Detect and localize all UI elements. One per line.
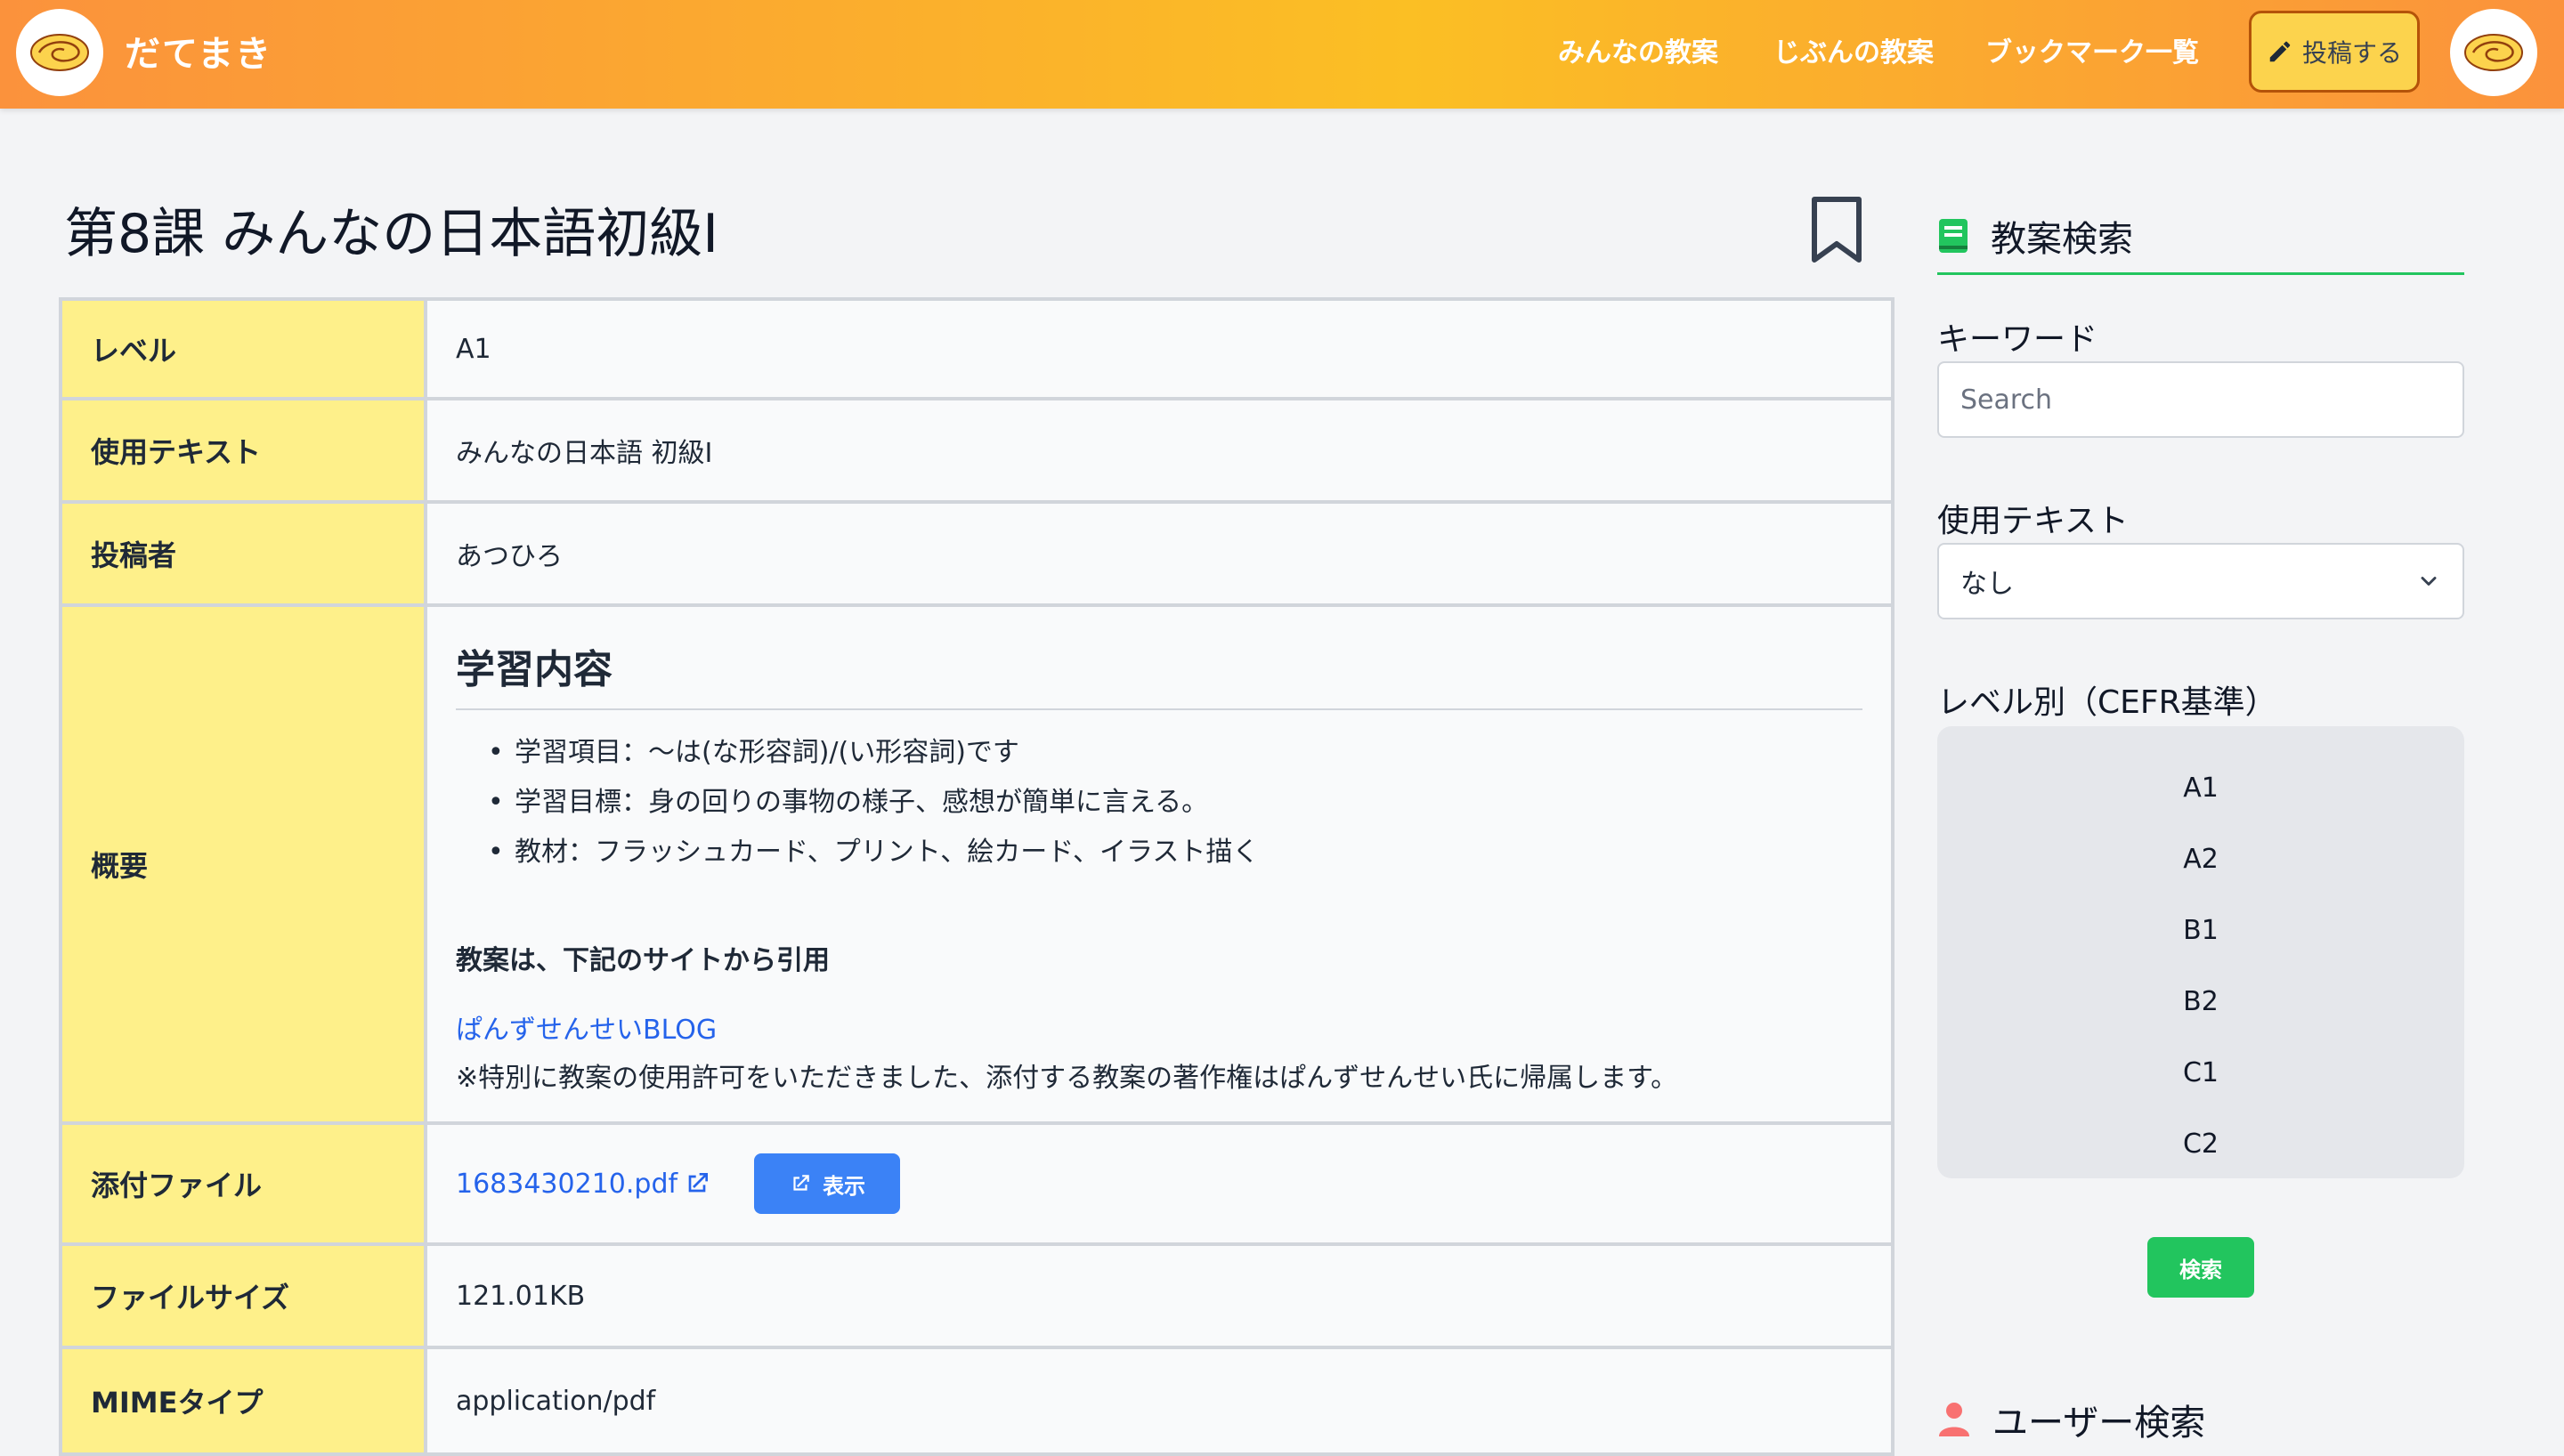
row-mime: MIMEタイプ application/pdf: [62, 1349, 1891, 1452]
level-option-c1[interactable]: C1: [1937, 1038, 2464, 1109]
summary-list: 学習項目：〜は(な形容詞)/(い形容詞)です 学習目標：身の回りの事物の様子、感…: [488, 728, 1862, 878]
text-filter-selected: なし: [1960, 569, 2014, 600]
row-size: ファイルサイズ 121.01KB: [62, 1246, 1891, 1349]
nav-my-lessons[interactable]: じぶんの教案: [1773, 30, 1934, 69]
nav-everyone-lessons[interactable]: みんなの教案: [1558, 30, 1718, 69]
chevron-down-icon: [2421, 577, 2437, 586]
keyword-label: キーワード: [1937, 321, 2098, 358]
top-navbar: だてまき みんなの教案 じぶんの教案 ブックマーク一覧 投稿する: [0, 0, 2564, 109]
pencil-icon: [2269, 41, 2291, 62]
level-value: A1: [427, 301, 1891, 397]
nav-bookmarks[interactable]: ブックマーク一覧: [1985, 30, 2199, 69]
row-text: 使用テキスト みんなの日本語 初級I: [62, 400, 1891, 504]
mime-value: application/pdf: [427, 1349, 1891, 1452]
summary-item: 教材：フラッシュカード、プリント、絵カード、イラスト描く: [488, 828, 1862, 878]
user-search-title: ユーザー検索: [1937, 1394, 2205, 1445]
lesson-detail-table: レベル A1 使用テキスト みんなの日本語 初級I 投稿者 あつひろ 概要 学習…: [59, 297, 1895, 1456]
keyword-search-input[interactable]: [1937, 361, 2464, 438]
text-label: 使用テキスト: [62, 400, 427, 500]
external-link-icon: [688, 1173, 709, 1193]
file-value: 1683430210.pdf 表示: [427, 1125, 1891, 1242]
post-button[interactable]: 投稿する: [2249, 11, 2420, 93]
level-label: レベル: [62, 301, 427, 397]
page-title: 第8課 みんなの日本語初級I: [64, 203, 718, 265]
cite-heading: 教案は、下記のサイトから引用: [456, 945, 830, 976]
summary-label: 概要: [62, 607, 427, 1121]
open-external-icon: [793, 1175, 809, 1191]
user-avatar[interactable]: [2450, 9, 2537, 96]
section-divider: [1937, 272, 2464, 275]
level-filter-label: レベル別（CEFR基準）: [1937, 684, 2277, 721]
brand-logo[interactable]: [16, 9, 103, 96]
view-file-button[interactable]: 表示: [754, 1153, 901, 1214]
level-filter-list: A1 A2 B1 B2 C1 C2: [1937, 726, 2464, 1178]
file-name: 1683430210.pdf: [456, 1168, 678, 1200]
bookmark-icon: [1812, 197, 1862, 263]
level-option-b1[interactable]: B1: [1937, 895, 2464, 967]
book-icon: [1939, 219, 1968, 253]
row-author: 投稿者 あつひろ: [62, 504, 1891, 607]
level-option-a2[interactable]: A2: [1937, 824, 2464, 895]
row-level: レベル A1: [62, 301, 1891, 400]
author-label: 投稿者: [62, 504, 427, 603]
blog-link[interactable]: ぱんずせんせいBLOG: [456, 1007, 1862, 1047]
mime-label: MIMEタイプ: [62, 1349, 427, 1452]
bookmark-button[interactable]: [1809, 196, 1864, 269]
file-link[interactable]: 1683430210.pdf: [456, 1169, 711, 1200]
size-value: 121.01KB: [427, 1246, 1891, 1346]
level-option-c2[interactable]: C2: [1937, 1109, 2464, 1180]
post-button-label: 投稿する: [2301, 38, 2402, 68]
file-label: 添付ファイル: [62, 1125, 427, 1242]
summary-item: 学習項目：〜は(な形容詞)/(い形容詞)です: [488, 728, 1862, 778]
summary-heading: 学習内容: [456, 637, 1862, 710]
level-option-b2[interactable]: B2: [1937, 967, 2464, 1038]
brand-name[interactable]: だてまき: [125, 25, 272, 77]
text-filter-select[interactable]: なし: [1937, 543, 2464, 619]
row-file: 添付ファイル 1683430210.pdf 表示: [62, 1125, 1891, 1246]
author-value: あつひろ: [427, 504, 1891, 603]
lesson-search-title: 教案検索: [1937, 210, 2133, 262]
avatar-logo-icon: [2464, 34, 2523, 71]
datemaki-logo-icon: [30, 34, 89, 71]
user-search-title-text: ユーザー検索: [1992, 1403, 2206, 1444]
view-button-label: 表示: [823, 1173, 866, 1199]
text-filter-label: 使用テキスト: [1937, 503, 2129, 539]
summary-content: 学習内容 学習項目：〜は(な形容詞)/(い形容詞)です 学習目標：身の回りの事物…: [427, 607, 1891, 1121]
row-summary: 概要 学習内容 学習項目：〜は(な形容詞)/(い形容詞)です 学習目標：身の回り…: [62, 607, 1891, 1125]
size-label: ファイルサイズ: [62, 1246, 427, 1346]
copyright-notice: ※特別に教案の使用許可をいただきました、添付する教案の著作権はぱんずせんせい氏に…: [456, 1063, 1678, 1094]
user-icon: [1939, 1403, 1969, 1436]
lesson-search-title-text: 教案検索: [1991, 219, 2133, 260]
level-option-a1[interactable]: A1: [1937, 753, 2464, 824]
search-button[interactable]: 検索: [2147, 1237, 2254, 1298]
text-value: みんなの日本語 初級I: [427, 400, 1891, 500]
summary-item: 学習目標：身の回りの事物の様子、感想が簡単に言える。: [488, 778, 1862, 828]
